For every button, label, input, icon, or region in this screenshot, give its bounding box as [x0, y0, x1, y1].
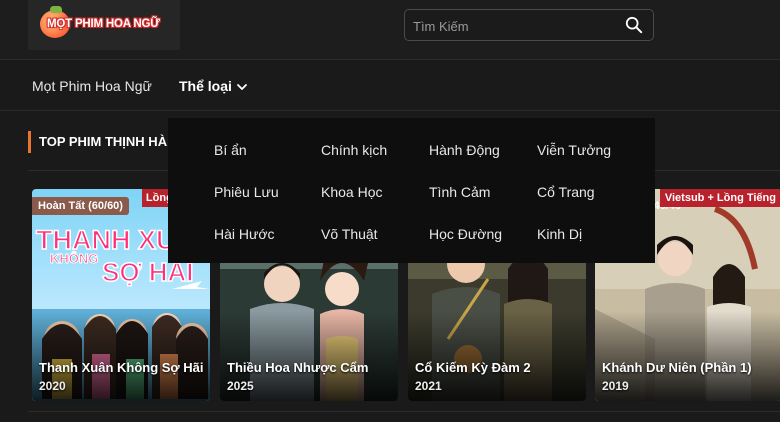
logo-text: MỌT PHIM HOA NGỮ [47, 18, 160, 30]
chevron-down-icon [237, 83, 247, 90]
genre-item[interactable]: Học Đường [429, 226, 502, 242]
genre-item[interactable]: Cổ Trang [537, 184, 595, 200]
nav-item-genre[interactable]: Thể loại [179, 78, 248, 94]
logo: MỌT PHIM HOA NGỮ [40, 6, 160, 38]
movie-title: Thiều Hoa Nhược Cẩm [227, 360, 369, 375]
site-header: MỌT PHIM HOA NGỮ [0, 0, 780, 60]
genre-item[interactable]: Hành Động [429, 142, 500, 158]
movie-year: 2020 [39, 379, 66, 393]
movie-year: 2021 [415, 379, 442, 393]
genre-item[interactable]: Viễn Tưởng [537, 142, 611, 158]
movie-title: Cổ Kiếm Kỳ Đàm 2 [415, 360, 531, 375]
genre-item[interactable]: Kinh Dị [537, 226, 582, 242]
nav-item-home[interactable]: Mọt Phim Hoa Ngữ [32, 78, 152, 94]
section-title: TOP PHIM THỊNH HÀNH [28, 131, 186, 153]
movie-year: 2025 [227, 379, 254, 393]
genre-item[interactable]: Khoa Học [321, 184, 382, 200]
main-nav: Mọt Phim Hoa Ngữ Thể loại [0, 61, 780, 111]
genre-item[interactable]: Chính kịch [321, 142, 387, 158]
search-icon[interactable] [625, 16, 643, 34]
genre-item[interactable]: Phiêu Lưu [214, 184, 279, 200]
genre-dropdown: Bí ẩn Chính kịch Hành Động Viễn Tưởng Ph… [168, 118, 655, 263]
movie-year: 2019 [602, 379, 629, 393]
genre-item[interactable]: Tình Cảm [429, 184, 490, 200]
search-box [404, 9, 654, 41]
logo-link[interactable]: MỌT PHIM HOA NGỮ [28, 0, 180, 50]
movie-title: Khánh Dư Niên (Phần 1) [602, 360, 752, 375]
section-divider [28, 411, 780, 412]
genre-item[interactable]: Hài Hước [214, 226, 275, 242]
poster-text: KHÔNG [50, 251, 98, 266]
audio-badge: Vietsub + Lồng Tiếng [659, 189, 780, 207]
genre-item[interactable]: Bí ẩn [214, 142, 247, 158]
genre-item[interactable]: Võ Thuật [321, 226, 378, 242]
search-input[interactable] [413, 17, 613, 35]
movie-title: Thanh Xuân Không Sợ Hãi [39, 360, 204, 375]
leaf-icon [50, 6, 62, 13]
status-badge: Hoàn Tất (60/60) [32, 197, 129, 215]
nav-genre-label: Thể loại [179, 78, 232, 94]
